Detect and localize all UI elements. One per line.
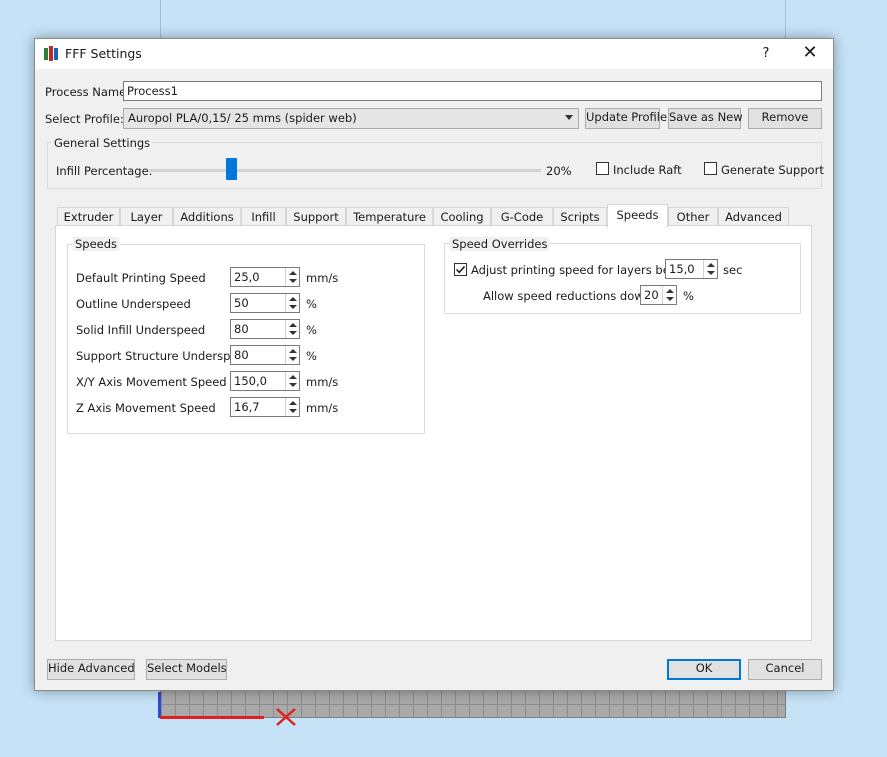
infill-slider-track[interactable] (149, 169, 541, 172)
allow-reductions-unit: % (683, 289, 694, 303)
general-settings-title: General Settings (52, 136, 153, 150)
default-printing-speed-spinbox[interactable]: 25,0 (230, 267, 300, 287)
tab-temperature[interactable]: Temperature (346, 207, 433, 227)
cancel-button[interactable]: Cancel (748, 659, 822, 680)
spinbox-value: 25,0 (234, 270, 260, 284)
spinbox-arrows-icon[interactable] (285, 398, 299, 416)
speed-row-unit: mm/s (306, 401, 339, 415)
spinbox-value: 15,0 (669, 262, 695, 276)
spinbox-value: 80 (234, 322, 249, 336)
fff-settings-dialog: FFF Settings ? ✕ Process Name: Process1 … (34, 38, 834, 691)
build-plate (160, 690, 786, 718)
tab-additions[interactable]: Additions (173, 207, 241, 227)
speeds-tab-panel: Speeds Default Printing Speed 25,0 mm/s … (55, 225, 812, 641)
app-icon (44, 46, 58, 61)
infill-value: 20% (546, 164, 572, 178)
spinbox-arrows-icon[interactable] (662, 286, 676, 304)
select-models-button[interactable]: Select Models (146, 659, 227, 680)
help-button[interactable]: ? (753, 42, 779, 66)
viewport-grid-line (160, 0, 161, 40)
tab-scripts[interactable]: Scripts (553, 207, 607, 227)
spinbox-arrows-icon[interactable] (285, 268, 299, 286)
chevron-down-icon (565, 115, 573, 120)
spinbox-arrows-icon[interactable] (285, 320, 299, 338)
tab-cooling[interactable]: Cooling (433, 207, 491, 227)
profile-dropdown[interactable]: Auropol PLA/0,15/ 25 mms (spider web) (123, 108, 579, 129)
speed-overrides-group (444, 243, 801, 314)
x-axis-line (160, 716, 264, 719)
spinbox-value: 20 (644, 288, 659, 302)
allow-reductions-label: Allow speed reductions down to (483, 289, 667, 303)
remove-button[interactable]: Remove (748, 108, 822, 129)
speed-row-label: Solid Infill Underspeed (76, 323, 206, 337)
speed-row-label: Z Axis Movement Speed (76, 401, 216, 415)
infill-slider-thumb[interactable] (226, 158, 237, 180)
tab-advanced[interactable]: Advanced (718, 207, 789, 227)
ok-button[interactable]: OK (667, 659, 741, 680)
update-profile-button[interactable]: Update Profile (585, 108, 667, 129)
viewport-grid-line (785, 0, 786, 40)
speed-overrides-title: Speed Overrides (450, 237, 550, 251)
tab-support[interactable]: Support (286, 207, 346, 227)
tab-other[interactable]: Other (668, 207, 718, 227)
adjust-speed-checkbox[interactable] (454, 263, 467, 276)
spinbox-arrows-icon[interactable] (285, 372, 299, 390)
adjust-speed-unit: sec (723, 263, 743, 277)
adjust-speed-label: Adjust printing speed for layers below (471, 263, 690, 277)
profile-dropdown-value: Auropol PLA/0,15/ 25 mms (spider web) (128, 111, 357, 125)
spinbox-value: 16,7 (234, 400, 260, 414)
spinbox-value: 50 (234, 296, 249, 310)
xy-axis-movement-speed-spinbox[interactable]: 150,0 (230, 371, 300, 391)
speed-row-unit: % (306, 349, 317, 363)
z-axis-movement-speed-spinbox[interactable]: 16,7 (230, 397, 300, 417)
spinbox-value: 150,0 (234, 374, 267, 388)
spinbox-arrows-icon[interactable] (285, 346, 299, 364)
spinbox-arrows-icon[interactable] (285, 294, 299, 312)
dialog-title: FFF Settings (65, 46, 142, 61)
speed-row-label: Outline Underspeed (76, 297, 191, 311)
origin-cross-icon (276, 708, 296, 726)
close-button[interactable]: ✕ (795, 42, 825, 66)
speed-row-label: Support Structure Underspeed (76, 349, 252, 363)
tab-speeds[interactable]: Speeds (607, 204, 668, 228)
tab-g-code[interactable]: G-Code (491, 207, 553, 227)
speed-row-label: Default Printing Speed (76, 271, 206, 285)
allow-reductions-spinbox[interactable]: 20 (640, 285, 677, 305)
speed-row-unit: mm/s (306, 271, 339, 285)
y-axis-line (158, 692, 161, 718)
outline-underspeed-spinbox[interactable]: 50 (230, 293, 300, 313)
speed-row-unit: % (306, 323, 317, 337)
speed-row-unit: mm/s (306, 375, 339, 389)
adjust-speed-layer-time-spinbox[interactable]: 15,0 (665, 259, 718, 279)
spinbox-arrows-icon[interactable] (703, 260, 717, 278)
speed-row-label: X/Y Axis Movement Speed (76, 375, 227, 389)
tab-infill[interactable]: Infill (241, 207, 286, 227)
solid-infill-underspeed-spinbox[interactable]: 80 (230, 319, 300, 339)
checkmark-icon (455, 265, 466, 274)
select-profile-label: Select Profile: (45, 112, 124, 126)
speed-row-unit: % (306, 297, 317, 311)
generate-support-label: Generate Support (721, 163, 824, 177)
spinbox-value: 80 (234, 348, 249, 362)
support-structure-underspeed-spinbox[interactable]: 80 (230, 345, 300, 365)
infill-percentage-label: Infill Percentage: (56, 164, 153, 178)
include-raft-label: Include Raft (613, 163, 682, 177)
save-as-new-button[interactable]: Save as New (668, 108, 743, 129)
process-name-input[interactable]: Process1 (123, 81, 822, 101)
tab-extruder[interactable]: Extruder (57, 207, 120, 227)
generate-support-checkbox[interactable] (704, 162, 717, 175)
hide-advanced-button[interactable]: Hide Advanced (47, 659, 135, 680)
tab-layer[interactable]: Layer (120, 207, 173, 227)
speeds-group-title: Speeds (73, 237, 120, 251)
title-bar: FFF Settings ? ✕ (35, 39, 833, 69)
process-name-label: Process Name: (45, 85, 131, 99)
include-raft-checkbox[interactable] (596, 162, 609, 175)
